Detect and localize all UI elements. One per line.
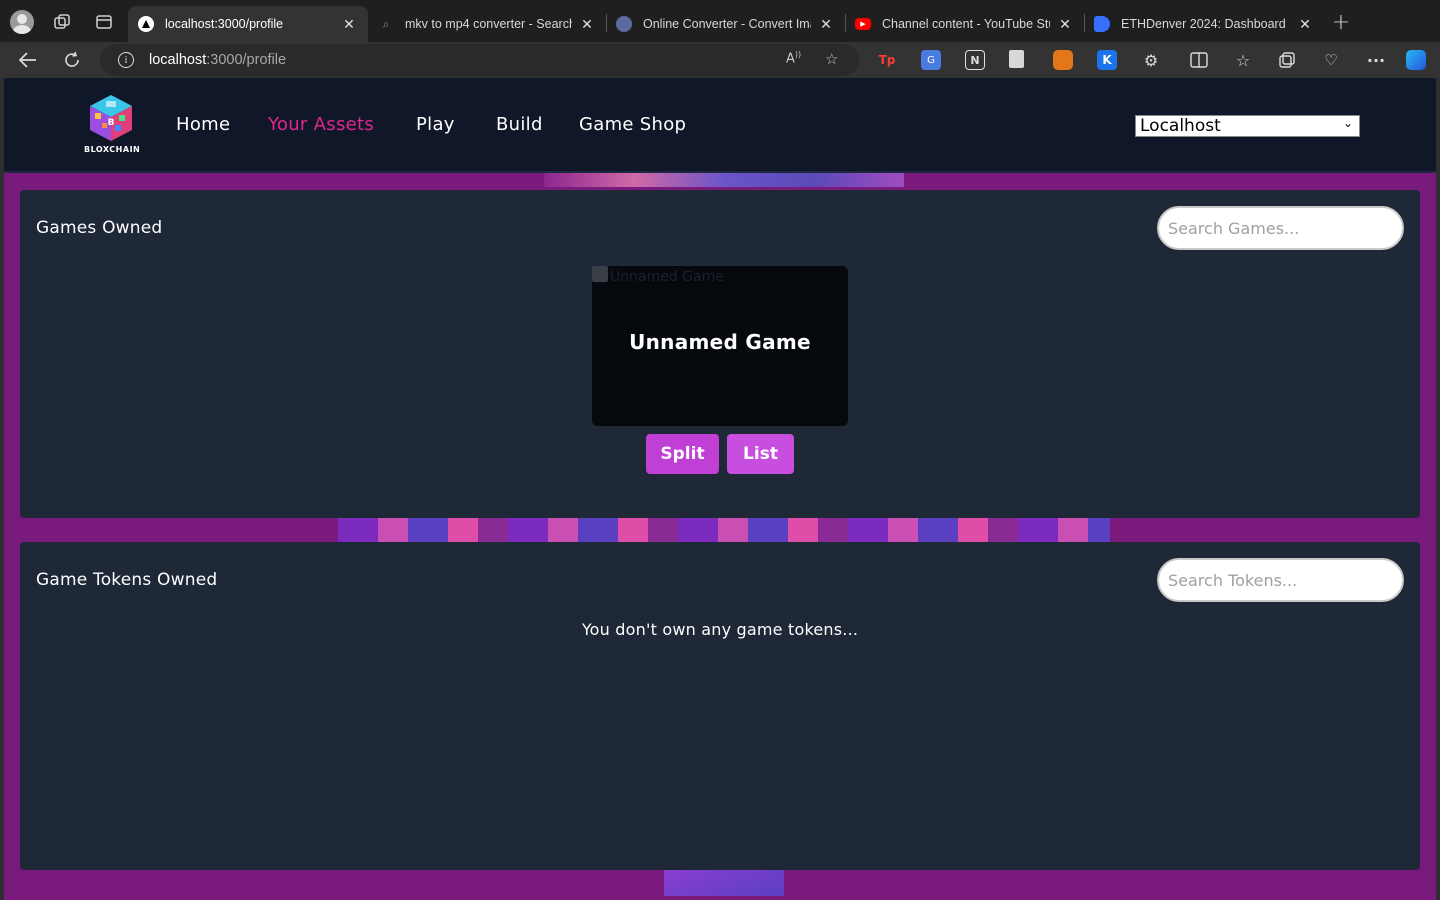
close-tab-icon[interactable]: ✕ — [1296, 16, 1314, 33]
nav-game-shop[interactable]: Game Shop — [579, 114, 686, 135]
network-select[interactable]: Localhost ⌄ — [1135, 115, 1360, 137]
tab-title: Online Converter - Convert Image — [643, 17, 811, 31]
address-url: localhost:3000/profile — [149, 52, 287, 68]
k-extension-icon[interactable]: K — [1097, 50, 1117, 70]
svg-text:B: B — [108, 118, 115, 128]
background-decoration — [664, 870, 784, 896]
games-owned-title: Games Owned — [36, 218, 163, 238]
tab-title: Channel content - YouTube Studio — [882, 17, 1050, 31]
tab-youtube-studio[interactable]: ▶ Channel content - YouTube Studio ✕ — [845, 6, 1084, 42]
browser-essentials-icon[interactable]: ♡ — [1321, 50, 1341, 70]
browser-toolbar: i localhost:3000/profile A)) ☆ Tp G N K … — [0, 42, 1440, 78]
more-options-icon[interactable]: ··· — [1366, 50, 1386, 70]
tab-online-converter[interactable]: Online Converter - Convert Image ✕ — [606, 6, 845, 42]
bloxchain-logo[interactable]: B BLOXCHAIN — [84, 93, 141, 157]
tab-search[interactable]: ⌕ mkv to mp4 converter - Search ✕ — [368, 6, 606, 42]
network-select-value: Localhost — [1140, 116, 1221, 136]
game-image-alt: Unnamed Game — [610, 269, 724, 285]
tab-title: ETHDenver 2024: Dashboard | Devfolio — [1121, 17, 1290, 31]
split-button[interactable]: Split — [646, 434, 719, 474]
tab-ethdenver[interactable]: ETHDenver 2024: Dashboard | Devfolio ✕ — [1084, 6, 1324, 42]
site-info-icon[interactable]: i — [118, 52, 134, 68]
game-tokens-title: Game Tokens Owned — [36, 570, 218, 590]
copilot-icon[interactable] — [1406, 50, 1426, 70]
document-extension-icon[interactable] — [1009, 50, 1024, 68]
refresh-icon[interactable] — [58, 47, 86, 73]
workspaces-icon[interactable] — [49, 9, 75, 35]
metamask-extension-icon[interactable] — [1053, 50, 1073, 70]
close-tab-icon[interactable]: ✕ — [578, 16, 596, 33]
close-tab-icon[interactable]: ✕ — [340, 16, 358, 33]
nav-home[interactable]: Home — [176, 114, 230, 135]
game-card[interactable]: Unnamed Game Unnamed Game — [592, 266, 848, 426]
chevron-down-icon: ⌄ — [1342, 116, 1353, 130]
favorite-star-icon[interactable]: ☆ — [825, 50, 838, 68]
favorites-icon[interactable]: ☆ — [1233, 50, 1253, 70]
extensions-puzzle-icon[interactable]: ⚙ — [1141, 50, 1161, 70]
site-header: B BLOXCHAIN Home Your Assets Play Build … — [4, 78, 1436, 173]
broken-image-icon — [592, 266, 608, 282]
profile-icon[interactable] — [9, 9, 35, 35]
tab-profile[interactable]: localhost:3000/profile ✕ — [128, 6, 368, 42]
tab-actions-icon[interactable] — [91, 9, 117, 35]
converter-favicon-icon — [616, 16, 632, 32]
nav-build[interactable]: Build — [496, 114, 543, 135]
new-tab-icon[interactable]: + — [1328, 9, 1354, 35]
close-tab-icon[interactable]: ✕ — [817, 16, 835, 33]
tab-title: mkv to mp4 converter - Search — [405, 17, 572, 31]
devfolio-favicon-icon — [1094, 16, 1110, 32]
background-decoration — [544, 173, 904, 187]
list-button[interactable]: List — [727, 434, 794, 474]
tab-title: localhost:3000/profile — [165, 17, 284, 31]
collections-icon[interactable] — [1277, 50, 1297, 70]
nav-play[interactable]: Play — [416, 114, 455, 135]
logo-text: BLOXCHAIN — [84, 145, 141, 154]
address-bar[interactable]: i localhost:3000/profile A)) ☆ — [100, 44, 859, 76]
empty-tokens-message: You don't own any game tokens... — [581, 620, 859, 639]
translate-extension-icon[interactable]: G — [921, 50, 941, 70]
back-icon[interactable] — [14, 47, 42, 73]
notion-extension-icon[interactable]: N — [965, 50, 985, 70]
game-tokens-panel: Game Tokens Owned Search Tokens... You d… — [20, 542, 1420, 870]
youtube-favicon-icon: ▶ — [855, 18, 871, 30]
tp-extension-icon[interactable]: Tp — [877, 50, 897, 70]
game-name: Unnamed Game — [629, 330, 811, 354]
nextjs-favicon-icon — [138, 16, 154, 32]
search-tokens-input[interactable]: Search Tokens... — [1157, 558, 1404, 602]
search-favicon-icon: ⌕ — [382, 16, 390, 31]
read-aloud-icon[interactable]: A)) — [786, 50, 801, 66]
games-owned-panel: Games Owned Search Games... Unnamed Game… — [20, 190, 1420, 518]
search-games-input[interactable]: Search Games... — [1157, 206, 1404, 250]
background-decoration — [338, 518, 1110, 542]
browser-tab-bar: localhost:3000/profile ✕ ⌕ mkv to mp4 co… — [0, 0, 1440, 42]
nav-your-assets[interactable]: Your Assets — [268, 114, 374, 135]
close-tab-icon[interactable]: ✕ — [1056, 16, 1074, 33]
cube-logo-icon: B — [90, 95, 132, 141]
split-screen-icon[interactable] — [1189, 50, 1209, 70]
